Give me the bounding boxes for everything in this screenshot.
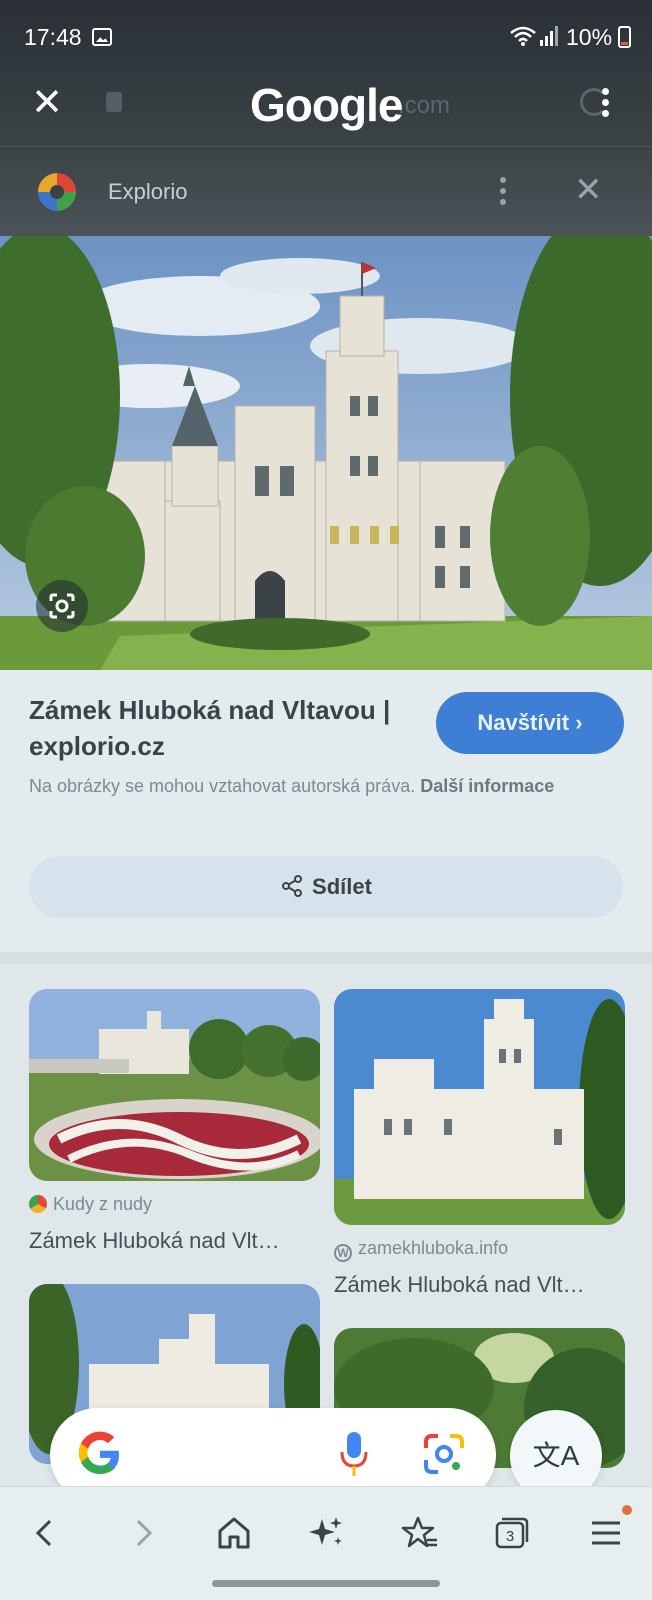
back-icon[interactable] — [26, 1513, 66, 1553]
chevron-right-icon: › — [575, 710, 583, 735]
visit-label: Navštívit — [477, 710, 570, 735]
lock-icon — [106, 92, 122, 112]
site-logo — [38, 173, 76, 211]
wifi-icon — [510, 26, 536, 46]
notification-dot — [622, 1505, 632, 1515]
related-source-1: Kudy z nudy — [29, 1194, 152, 1215]
google-lens-icon[interactable] — [36, 580, 88, 632]
copyright-notice: Na obrázky se mohou vztahovat autorská p… — [29, 772, 589, 800]
forward-icon[interactable] — [122, 1513, 162, 1553]
kudy-z-nudy-icon — [29, 1195, 47, 1213]
hero-image[interactable] — [0, 236, 652, 670]
home-indicator[interactable] — [212, 1580, 440, 1587]
source-label: zamekhluboka.info — [358, 1238, 509, 1258]
site-row[interactable]: Explorio ✕ — [0, 146, 652, 236]
result-title[interactable]: Zámek Hluboká nad Vltavou | explorio.cz — [29, 692, 419, 764]
related-source-2: Wzamekhluboka.info — [334, 1238, 508, 1262]
status-time: 17:48 — [24, 24, 82, 50]
top-bar: .com ✕ Google — [0, 74, 652, 144]
related-image-1[interactable] — [29, 989, 320, 1181]
more-info-link[interactable]: Další informace — [420, 776, 554, 796]
home-icon[interactable] — [214, 1513, 254, 1553]
site-close-icon[interactable]: ✕ — [574, 173, 603, 207]
bookmark-star-icon[interactable] — [400, 1513, 440, 1553]
copyright-text: Na obrázky se mohou vztahovat autorská p… — [29, 776, 416, 796]
hamburger-icon[interactable] — [586, 1513, 626, 1553]
related-title-2[interactable]: Zámek Hluboká nad Vlt… — [334, 1272, 630, 1298]
status-bar: 17:48 10% — [0, 0, 652, 74]
site-more-icon[interactable] — [498, 175, 508, 209]
visit-button[interactable]: Navštívit › — [436, 692, 624, 754]
share-button[interactable]: Sdílet — [29, 856, 623, 918]
source-label: Kudy z nudy — [53, 1194, 153, 1214]
section-divider — [0, 952, 652, 964]
battery-percent: 10% — [566, 24, 613, 50]
google-lens-icon[interactable] — [422, 1432, 466, 1476]
google-logo: Google — [250, 79, 403, 131]
sparkle-icon[interactable] — [306, 1513, 346, 1553]
share-icon — [282, 875, 303, 898]
gallery-icon — [92, 28, 112, 46]
tabs-icon[interactable]: 3 — [492, 1513, 532, 1553]
google-g-icon — [78, 1431, 119, 1474]
wordpress-icon: W — [334, 1244, 352, 1262]
url-text: .com — [398, 92, 451, 119]
site-name: Explorio — [108, 179, 188, 204]
more-vert-icon[interactable] — [600, 86, 610, 120]
share-label: Sdílet — [312, 874, 372, 899]
signal-icon — [540, 26, 558, 46]
related-image-2[interactable] — [334, 989, 625, 1225]
tabs-count: 3 — [506, 1528, 514, 1545]
mic-icon[interactable] — [340, 1430, 368, 1480]
battery-icon — [618, 26, 631, 48]
close-icon[interactable]: ✕ — [30, 84, 64, 122]
related-title-1[interactable]: Zámek Hluboká nad Vlt… — [29, 1228, 325, 1254]
